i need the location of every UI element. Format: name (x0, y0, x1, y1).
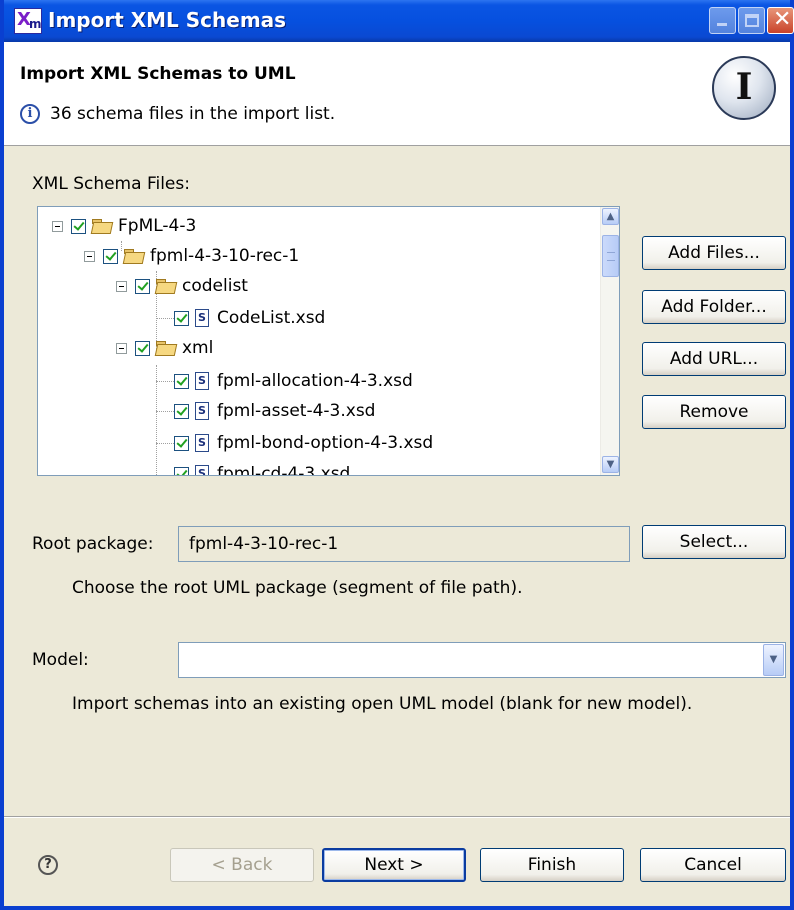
tree-item-label: fpml-4-3-10-rec-1 (150, 246, 300, 266)
tree-checkbox[interactable] (103, 248, 118, 264)
model-combo[interactable]: ▼ (178, 642, 786, 678)
model-hint: Import schemas into an existing open UML… (72, 694, 693, 714)
tree-item[interactable]: xml (116, 333, 213, 363)
xml-model-icon: Xm (14, 8, 42, 34)
add-url-button[interactable]: Add URL... (642, 342, 786, 376)
tree-checkbox[interactable] (174, 435, 189, 451)
tree-item[interactable]: S fpml-bond-option-4-3.xsd (174, 428, 433, 458)
minimize-button[interactable] (709, 7, 736, 34)
root-package-hint: Choose the root UML package (segment of … (72, 578, 523, 598)
wizard-icon: I (712, 56, 776, 120)
tree-line (156, 318, 174, 319)
tree-checkbox[interactable] (174, 373, 189, 389)
tree-item[interactable]: S fpml-asset-4-3.xsd (174, 396, 375, 426)
schema-file-icon: S (195, 309, 209, 327)
import-dialog: Xm Import XML Schemas ✕ Import XML Schem… (0, 0, 794, 910)
tree-line (156, 381, 174, 382)
scroll-thumb[interactable] (602, 235, 619, 277)
tree-item-label: CodeList.xsd (217, 308, 326, 328)
tree-line (156, 411, 174, 412)
tree-item[interactable]: codelist (116, 271, 248, 301)
tree-item-label: fpml-asset-4-3.xsd (217, 401, 376, 421)
folder-icon (92, 219, 112, 233)
banner-message-text: 36 schema files in the import list. (50, 104, 336, 124)
remove-button[interactable]: Remove (642, 395, 786, 429)
finish-button[interactable]: Finish (480, 848, 624, 882)
schema-file-icon: S (195, 434, 209, 452)
collapse-icon[interactable] (116, 342, 127, 354)
tree-checkbox[interactable] (174, 403, 189, 419)
root-package-field[interactable]: fpml-4-3-10-rec-1 (178, 526, 630, 562)
chevron-down-icon[interactable]: ▼ (763, 644, 784, 676)
tree-line (156, 443, 174, 444)
folder-icon (156, 341, 176, 355)
maximize-icon (745, 14, 759, 27)
schema-file-icon: S (195, 402, 209, 420)
help-icon[interactable]: ? (38, 855, 58, 875)
folder-icon (124, 249, 144, 263)
add-folder-button[interactable]: Add Folder... (642, 290, 786, 324)
tree-item[interactable]: S fpml-cd-4-3.xsd (174, 459, 351, 476)
tree-item-label: fpml-bond-option-4-3.xsd (217, 433, 434, 453)
tree-item-label: fpml-cd-4-3.xsd (217, 464, 351, 476)
tree-checkbox[interactable] (71, 218, 86, 234)
schema-file-icon: S (195, 372, 209, 390)
window-title: Import XML Schemas (48, 8, 287, 32)
tree-checkbox[interactable] (135, 340, 150, 356)
title-bar[interactable]: Xm Import XML Schemas ✕ (4, 0, 794, 42)
footer-separator (4, 816, 790, 818)
tree-item-label: codelist (182, 276, 248, 296)
tree-item-label: xml (182, 338, 214, 358)
tree-item[interactable]: FpML-4-3 (52, 211, 196, 241)
collapse-icon[interactable] (84, 250, 95, 262)
tree-item[interactable]: S CodeList.xsd (174, 303, 325, 333)
back-button[interactable]: < Back (170, 848, 314, 882)
minimize-icon (717, 23, 727, 26)
add-files-button[interactable]: Add Files... (642, 236, 786, 270)
next-button[interactable]: Next > (322, 848, 466, 882)
wizard-banner: Import XML Schemas to UML i 36 schema fi… (4, 42, 790, 146)
folder-icon (156, 279, 176, 293)
tree-checkbox[interactable] (174, 310, 189, 326)
collapse-icon[interactable] (52, 220, 63, 232)
tree-checkbox[interactable] (174, 466, 189, 475)
scroll-down-button[interactable]: ▼ (602, 456, 619, 473)
tree-item[interactable]: fpml-4-3-10-rec-1 (84, 241, 299, 271)
tree-checkbox[interactable] (135, 278, 150, 294)
schema-files-label: XML Schema Files: (32, 174, 190, 194)
tree-item-label: FpML-4-3 (118, 216, 197, 236)
close-button[interactable]: ✕ (767, 7, 794, 34)
info-icon: i (20, 104, 40, 124)
tree-scrollbar[interactable]: ▲ ▼ (600, 207, 619, 475)
tree-item[interactable]: S fpml-allocation-4-3.xsd (174, 366, 413, 396)
schema-file-icon: S (195, 465, 209, 475)
close-icon: ✕ (773, 7, 792, 32)
banner-message: i 36 schema files in the import list. (20, 104, 335, 124)
collapse-icon[interactable] (116, 280, 127, 292)
scroll-up-button[interactable]: ▲ (602, 208, 619, 225)
cancel-button[interactable]: Cancel (640, 848, 786, 882)
maximize-button[interactable] (738, 7, 765, 34)
select-package-button[interactable]: Select... (642, 525, 786, 559)
tree-item-label: fpml-allocation-4-3.xsd (217, 371, 413, 391)
root-package-label: Root package: (32, 534, 154, 554)
banner-title: Import XML Schemas to UML (20, 64, 296, 84)
schema-files-tree[interactable]: FpML-4-3 fpml-4-3-10-rec-1 codelist S Co… (37, 206, 620, 476)
model-label: Model: (32, 650, 89, 670)
